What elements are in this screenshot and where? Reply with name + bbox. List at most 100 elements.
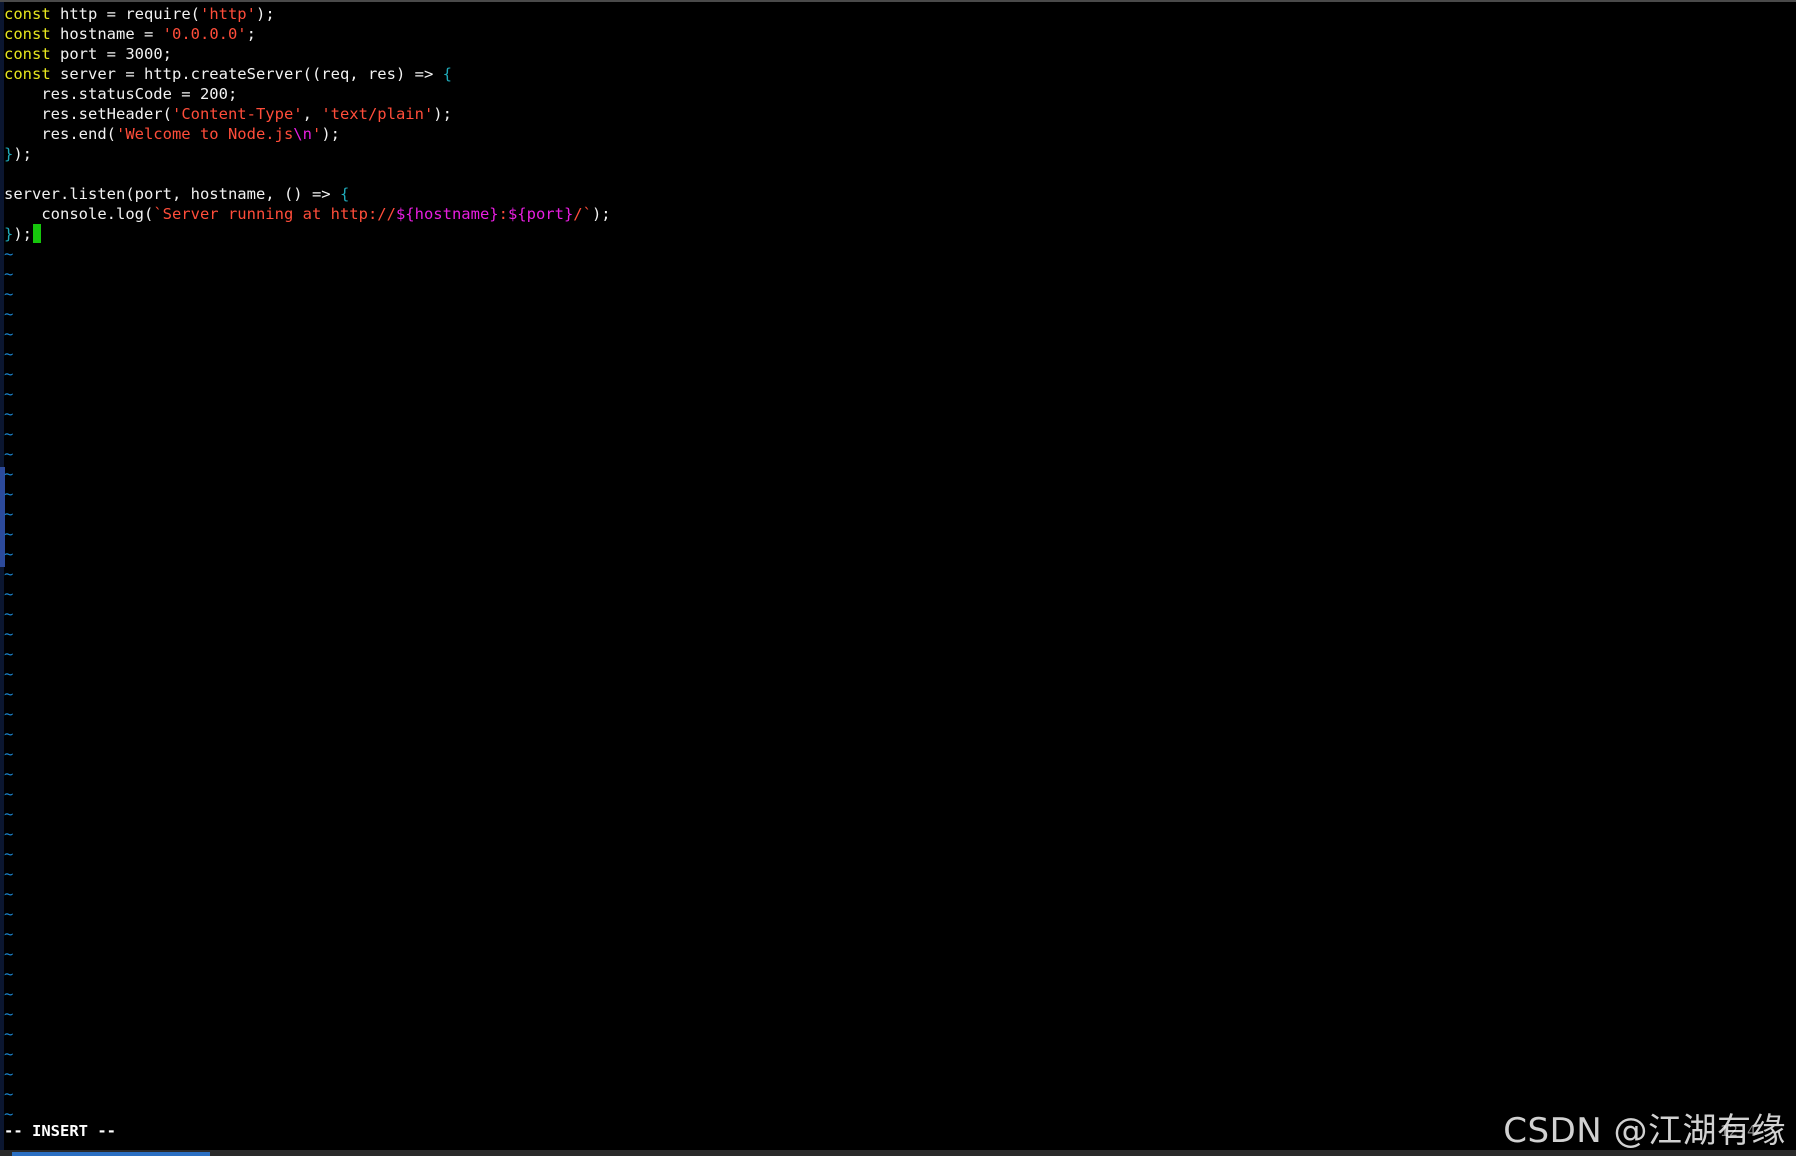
code-line[interactable]: const server = http.createServer((req, r… [4, 64, 611, 84]
code-token: '0.0.0.0' [162, 25, 247, 43]
empty-line-tilde: ~ [4, 805, 14, 823]
empty-line-tilde: ~ [4, 285, 14, 303]
empty-line-tilde: ~ [4, 325, 14, 343]
empty-line-tilde: ~ [4, 405, 14, 423]
empty-line-tilde: ~ [4, 845, 14, 863]
code-token: { [442, 65, 452, 83]
code-line[interactable]: const hostname = '0.0.0.0'; [4, 24, 611, 44]
empty-line-tilde: ~ [4, 1105, 14, 1123]
empty-line-tilde: ~ [4, 305, 14, 323]
horizontal-scrollbar[interactable] [0, 1150, 1796, 1156]
code-token: ${hostname} [395, 205, 499, 223]
scrollbar-thumb[interactable] [12, 1152, 210, 1156]
empty-line-markers: ~ ~ ~ ~ ~ ~ ~ ~ ~ ~ ~ ~ ~ ~ ~ ~ ~ ~ ~ ~ ~ ~ ~ ~ ~ ~ ~ ~ ~ ~ ~ ~ ~ ~ ~ ~ ~ ~ ~ ~… [4, 244, 13, 1124]
empty-line-tilde: ~ [4, 965, 14, 983]
mode-indicator: -- INSERT -- [4, 1122, 116, 1140]
empty-line-tilde: ~ [4, 705, 14, 723]
code-token: \n [293, 125, 312, 143]
code-token: res.statusCode = 200; [4, 85, 238, 103]
empty-line-tilde: ~ [4, 885, 14, 903]
empty-line-tilde: ~ [4, 605, 14, 623]
code-token: ); [13, 145, 33, 163]
code-token: `Server running at http:// [153, 205, 396, 223]
code-token: const [4, 45, 51, 63]
empty-line-tilde: ~ [4, 1025, 14, 1043]
empty-line-tilde: ~ [4, 505, 14, 523]
code-token: server = http.createServer((req, res) => [50, 65, 443, 83]
empty-line-tilde: ~ [4, 1045, 14, 1063]
empty-line-tilde: ~ [4, 465, 14, 483]
empty-line-tilde: ~ [4, 685, 14, 703]
code-token: const [4, 25, 51, 43]
code-token: ); [255, 5, 275, 23]
code-token: , [302, 105, 322, 123]
code-token: 'text/plain' [321, 105, 434, 123]
empty-line-tilde: ~ [4, 765, 14, 783]
empty-line-tilde: ~ [4, 385, 14, 403]
empty-line-tilde: ~ [4, 1065, 14, 1083]
empty-line-tilde: ~ [4, 745, 14, 763]
empty-line-tilde: ~ [4, 525, 14, 543]
empty-line-tilde: ~ [4, 925, 14, 943]
empty-line-tilde: ~ [4, 985, 14, 1003]
empty-line-tilde: ~ [4, 945, 14, 963]
code-line[interactable]: server.listen(port, hostname, () => { [4, 184, 611, 204]
empty-line-tilde: ~ [4, 645, 14, 663]
code-line[interactable]: }); [4, 224, 611, 244]
code-token: } [4, 145, 14, 163]
code-token: console.log( [4, 205, 154, 223]
empty-line-tilde: ~ [4, 265, 14, 283]
code-line[interactable]: console.log(`Server running at http://${… [4, 204, 611, 224]
code-token: ); [321, 125, 340, 143]
code-line[interactable] [4, 164, 611, 184]
empty-line-tilde: ~ [4, 585, 14, 603]
code-token: ); [433, 105, 452, 123]
code-token: res.end( [4, 125, 116, 143]
empty-line-tilde: ~ [4, 665, 14, 683]
code-token: const [4, 65, 51, 83]
empty-line-tilde: ~ [4, 365, 14, 383]
code-token: hostname = [50, 25, 163, 43]
empty-line-tilde: ~ [4, 545, 14, 563]
empty-line-tilde: ~ [4, 565, 14, 583]
code-token: 'Welcome to Node.js [115, 125, 294, 143]
code-token: ); [591, 205, 611, 223]
empty-line-tilde: ~ [4, 825, 14, 843]
code-token: /` [573, 205, 592, 223]
code-line[interactable]: res.end('Welcome to Node.js\n'); [4, 124, 611, 144]
code-token: res.setHeader( [4, 105, 172, 123]
empty-line-tilde: ~ [4, 905, 14, 923]
code-token: const [4, 5, 51, 23]
text-cursor [33, 224, 42, 243]
code-token: ); [13, 225, 33, 243]
code-line[interactable]: const http = require('http'); [4, 4, 611, 24]
code-token: : [498, 205, 508, 223]
code-buffer[interactable]: const http = require('http'); const hostn… [4, 4, 611, 244]
empty-line-tilde: ~ [4, 245, 14, 263]
code-token: 'http' [199, 5, 256, 23]
empty-line-tilde: ~ [4, 625, 14, 643]
empty-line-tilde: ~ [4, 445, 14, 463]
code-token: ${port} [507, 205, 574, 223]
code-line[interactable]: }); [4, 144, 611, 164]
code-line[interactable]: res.setHeader('Content-Type', 'text/plai… [4, 104, 611, 124]
code-token: server.listen(port, hostname, () => [4, 185, 340, 203]
code-line[interactable]: res.statusCode = 200; [4, 84, 611, 104]
vim-editor-window[interactable]: const http = require('http'); const hostn… [0, 0, 1796, 1152]
code-line[interactable]: const port = 3000; [4, 44, 611, 64]
empty-line-tilde: ~ [4, 1085, 14, 1103]
code-token: port = 3000; [50, 45, 172, 63]
empty-line-tilde: ~ [4, 345, 14, 363]
code-token: } [4, 225, 14, 243]
empty-line-tilde: ~ [4, 425, 14, 443]
empty-line-tilde: ~ [4, 485, 14, 503]
empty-line-tilde: ~ [4, 1005, 14, 1023]
empty-line-tilde: ~ [4, 865, 14, 883]
code-token: 'Content-Type' [171, 105, 303, 123]
code-token: { [339, 185, 350, 203]
code-token: http = require( [50, 5, 200, 23]
empty-line-tilde: ~ [4, 725, 14, 743]
code-token: ' [311, 125, 322, 143]
code-token: ; [246, 25, 256, 43]
empty-line-tilde: ~ [4, 785, 14, 803]
